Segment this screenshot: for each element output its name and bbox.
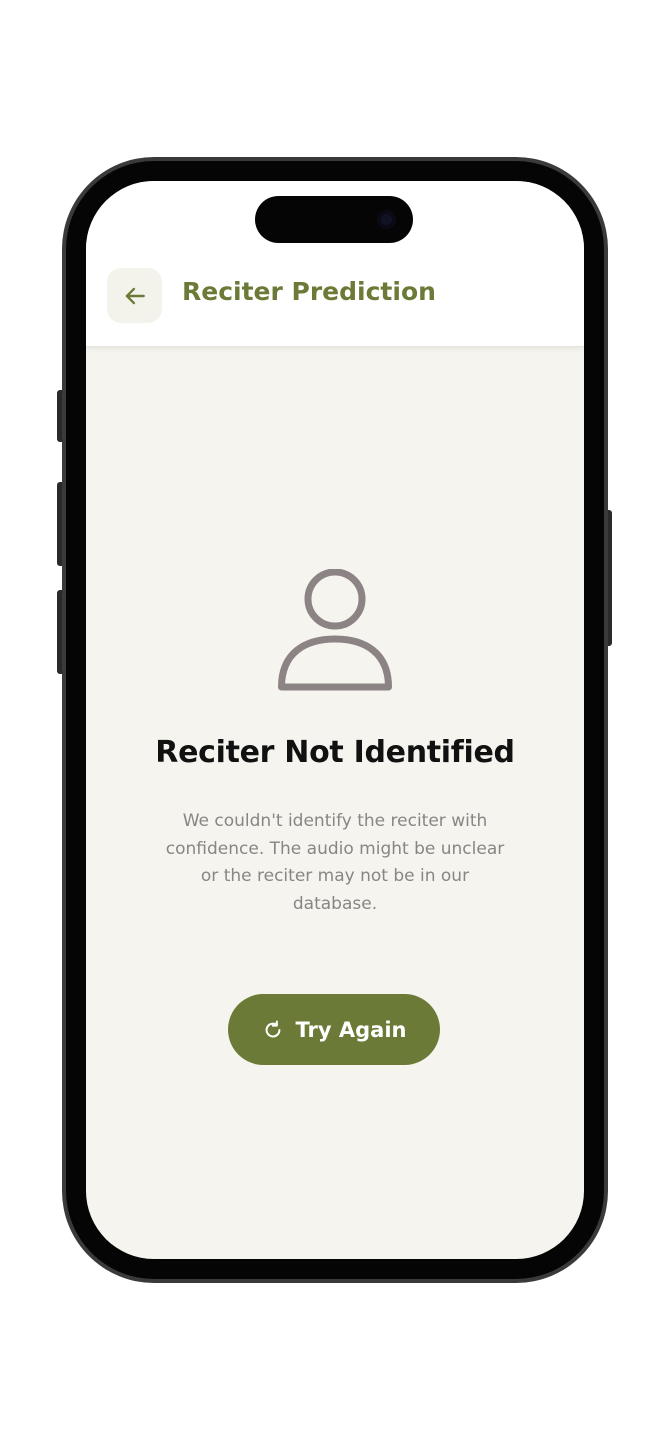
try-again-button[interactable]: Try Again xyxy=(228,994,440,1065)
device-mockup: Reciter Prediction Reciter Not Identifie… xyxy=(0,0,671,1440)
user-icon xyxy=(278,569,392,691)
result-title: Reciter Not Identified xyxy=(155,735,515,770)
arrow-left-icon xyxy=(125,287,145,304)
back-button[interactable] xyxy=(107,268,162,323)
phone-frame: Reciter Prediction Reciter Not Identifie… xyxy=(62,157,608,1283)
dynamic-island xyxy=(255,196,413,243)
refresh-icon xyxy=(265,1020,280,1037)
app-screen: Reciter Prediction Reciter Not Identifie… xyxy=(86,181,584,1259)
phone-bezel: Reciter Prediction Reciter Not Identifie… xyxy=(66,161,604,1279)
result-message: We couldn't identify the reciter with co… xyxy=(165,811,505,914)
try-again-label: Try Again xyxy=(295,1017,407,1042)
camera-icon xyxy=(377,210,396,229)
page-title: Reciter Prediction xyxy=(182,277,436,306)
result-content: Reciter Not Identified We couldn't ident… xyxy=(86,348,584,1259)
